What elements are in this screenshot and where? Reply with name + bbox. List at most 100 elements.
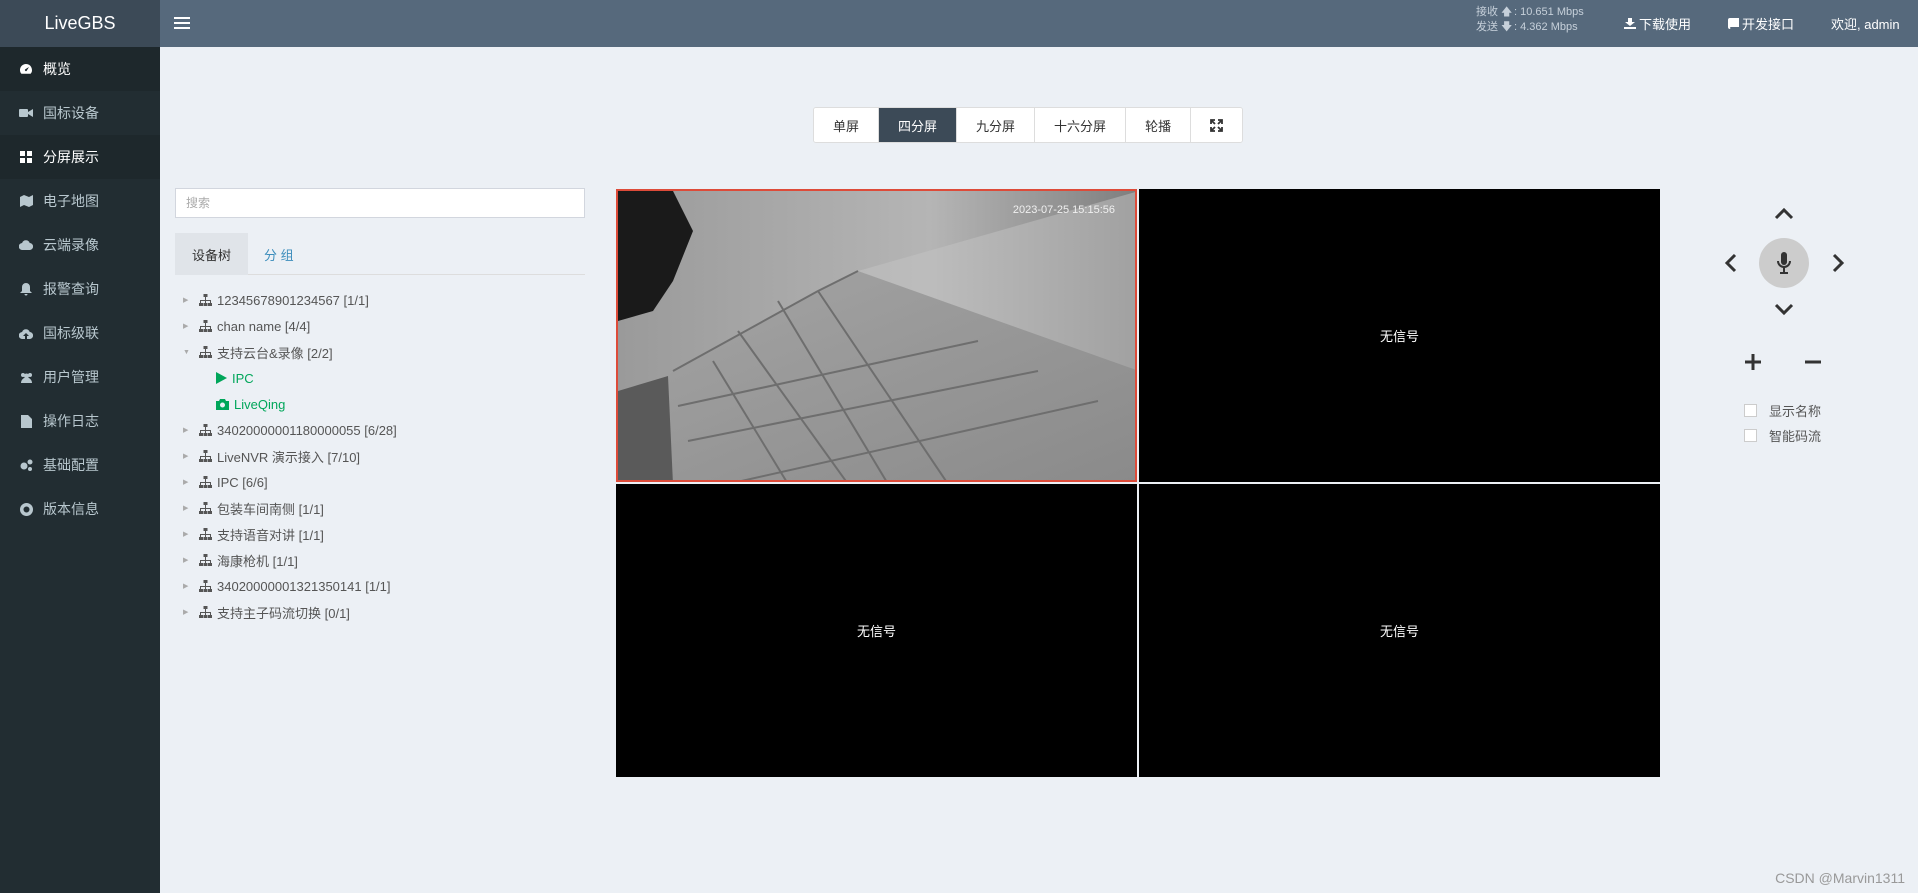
caret-right-icon: ▶ xyxy=(183,479,189,486)
tree-node[interactable]: ▶ 包装车间南侧 [1/1] xyxy=(183,495,583,521)
show-name-checkbox[interactable] xyxy=(1744,404,1757,417)
split-single-button[interactable]: 单屏 xyxy=(814,108,880,142)
sidebar-item-label: 分屏展示 xyxy=(43,149,99,165)
tree-node-label: 海康枪机 [1/1] xyxy=(217,553,298,569)
sidebar-item-map[interactable]: 电子地图 xyxy=(0,179,160,223)
smart-stream-checkbox[interactable] xyxy=(1744,429,1757,442)
sidebar-item-overview[interactable]: 概览 xyxy=(0,47,160,91)
caret-right-icon: ▶ xyxy=(183,609,189,616)
sidebar-item-label: 云端录像 xyxy=(43,237,99,253)
tree-node[interactable]: ▶ LiveNVR 演示接入 [7/10] xyxy=(183,443,583,469)
zoom-in-button[interactable] xyxy=(1743,352,1763,377)
caret-right-icon: ▶ xyxy=(183,323,189,330)
sidebar-item-users[interactable]: 用户管理 xyxy=(0,355,160,399)
sidebar-item-label: 版本信息 xyxy=(43,501,99,517)
zoom-out-button[interactable] xyxy=(1803,352,1823,377)
sidebar-item-label: 用户管理 xyxy=(43,369,99,385)
tab-group[interactable]: 分 组 xyxy=(248,233,310,275)
app-logo[interactable]: LiveGBS xyxy=(0,0,160,47)
tree-node-expanded[interactable]: ▼ 支持云台&录像 [2/2] xyxy=(183,339,583,365)
sitemap-icon xyxy=(199,294,212,306)
camera-feed-image xyxy=(618,191,1135,480)
sidebar-menu: 概览 国标设备 分屏展示 电子地图 云端录像 报警查询 国标级联 用户管理 操作… xyxy=(0,47,160,531)
caret-right-icon: ▶ xyxy=(183,505,189,512)
video-cell-3[interactable]: 无信号 xyxy=(616,484,1137,777)
sidebar-item-split-screen[interactable]: 分屏展示 xyxy=(0,135,160,179)
fullscreen-button[interactable] xyxy=(1191,108,1243,142)
talk-button[interactable] xyxy=(1759,238,1809,288)
split-four-button[interactable]: 四分屏 xyxy=(879,108,958,142)
tree-node[interactable]: ▶ 34020000001321350141 [1/1] xyxy=(183,573,583,599)
tree-node[interactable]: ▶ 海康枪机 [1/1] xyxy=(183,547,583,573)
ptz-right-button[interactable] xyxy=(1832,253,1846,278)
tree-channel-liveqing[interactable]: LiveQing xyxy=(183,391,583,417)
sidebar-item-cloud-record[interactable]: 云端录像 xyxy=(0,223,160,267)
sidebar-item-alarm[interactable]: 报警查询 xyxy=(0,267,160,311)
sidebar-item-label: 报警查询 xyxy=(43,281,99,297)
sitemap-icon xyxy=(199,580,212,592)
video-cell-4[interactable]: 无信号 xyxy=(1139,484,1660,777)
expand-icon xyxy=(1210,118,1223,132)
book-icon xyxy=(1728,18,1739,29)
recv-value: 10.651 Mbps xyxy=(1520,6,1584,18)
video-cell-2[interactable]: 无信号 xyxy=(1139,189,1660,482)
display-options: 显示名称 智能码流 xyxy=(1744,398,1821,448)
tree-node[interactable]: ▶ chan name [4/4] xyxy=(183,313,583,339)
sidebar: LiveGBS 概览 国标设备 分屏展示 电子地图 云端录像 报警查询 国标级联 xyxy=(0,0,160,893)
sidebar-item-label: 国标设备 xyxy=(43,105,99,121)
sidebar-item-cascade[interactable]: 国标级联 xyxy=(0,311,160,355)
watermark-text: CSDN @Marvin1311 xyxy=(1775,870,1905,886)
tree-channel-ipc[interactable]: IPC xyxy=(183,365,583,391)
tree-node[interactable]: ▶ 34020000001180000055 [6/28] xyxy=(183,417,583,443)
video-cell-1[interactable]: 2023-07-25 15:15:56 xyxy=(616,189,1137,482)
video-grid: 2023-07-25 15:15:56 无信号 无信号 无信号 xyxy=(616,189,1660,777)
ptz-up-button[interactable] xyxy=(1774,206,1794,225)
tree-node-label: LiveNVR 演示接入 [7/10] xyxy=(217,449,361,465)
download-button[interactable]: 下载使用 xyxy=(1624,14,1691,33)
microphone-icon xyxy=(1777,252,1791,274)
video-timestamp: 2023-07-25 15:15:56 xyxy=(1012,204,1115,216)
channel-label: IPC xyxy=(232,370,254,386)
users-icon xyxy=(18,370,34,384)
tree-node[interactable]: ▶ 12345678901234567 [1/1] xyxy=(183,287,583,313)
tree-node[interactable]: ▶ 支持主子码流切换 [0/1] xyxy=(183,599,583,625)
cloud-icon xyxy=(18,238,34,252)
sitemap-icon xyxy=(199,424,212,436)
sitemap-icon xyxy=(199,554,212,566)
sitemap-icon xyxy=(199,450,212,462)
ptz-down-button[interactable] xyxy=(1774,303,1794,322)
api-button[interactable]: 开发接口 xyxy=(1728,14,1794,33)
caret-right-icon: ▶ xyxy=(183,531,189,538)
no-signal-text: 无信号 xyxy=(1379,624,1419,639)
split-sixteen-button[interactable]: 十六分屏 xyxy=(1035,108,1127,142)
send-value: 4.362 Mbps xyxy=(1520,21,1578,33)
top-header: 接收 🡅 : 10.651 Mbps 发送 🡇 : 4.362 Mbps 下载使… xyxy=(160,0,1918,47)
split-nine-button[interactable]: 九分屏 xyxy=(957,108,1036,142)
camera-icon xyxy=(216,398,229,410)
sidebar-item-label: 电子地图 xyxy=(43,193,99,209)
sitemap-icon xyxy=(199,346,212,358)
carousel-button[interactable]: 轮播 xyxy=(1126,108,1192,142)
split-mode-group: 单屏 四分屏 九分屏 十六分屏 轮播 xyxy=(813,107,1244,143)
cloud-upload-icon xyxy=(18,326,34,340)
user-menu[interactable]: 欢迎, admin xyxy=(1831,14,1900,33)
no-signal-text: 无信号 xyxy=(856,624,896,639)
chevron-down-icon xyxy=(1774,303,1794,316)
smart-stream-label: 智能码流 xyxy=(1769,429,1822,444)
sidebar-item-config[interactable]: 基础配置 xyxy=(0,443,160,487)
tree-node[interactable]: ▶ IPC [6/6] xyxy=(183,469,583,495)
sitemap-icon xyxy=(199,476,212,488)
sitemap-icon xyxy=(199,528,212,540)
caret-right-icon: ▶ xyxy=(183,557,189,564)
tree-node-label: 34020000001180000055 [6/28] xyxy=(217,422,397,438)
sidebar-item-logs[interactable]: 操作日志 xyxy=(0,399,160,443)
ptz-left-button[interactable] xyxy=(1723,253,1737,278)
plus-icon xyxy=(1745,354,1761,370)
api-label: 开发接口 xyxy=(1742,17,1795,32)
tree-node[interactable]: ▶ 支持语音对讲 [1/1] xyxy=(183,521,583,547)
device-search-input[interactable] xyxy=(175,188,585,218)
sidebar-item-version[interactable]: 版本信息 xyxy=(0,487,160,531)
sidebar-toggle-icon[interactable] xyxy=(174,14,190,32)
sidebar-item-gb-devices[interactable]: 国标设备 xyxy=(0,91,160,135)
tab-device-tree[interactable]: 设备树 xyxy=(175,233,249,275)
